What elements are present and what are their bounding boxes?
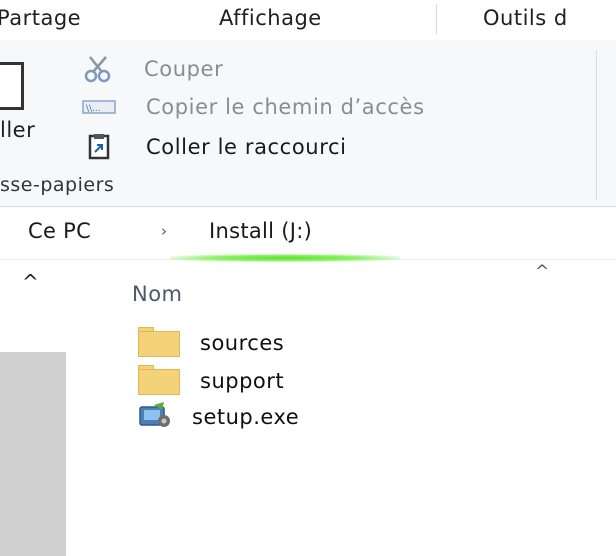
tab-divider	[436, 4, 437, 34]
tab-affichage[interactable]: Affichage	[219, 6, 322, 30]
paste-shortcut-button[interactable]: Coller le raccourci	[82, 132, 347, 162]
navigation-pane-scrollbar[interactable]	[0, 352, 66, 556]
group-divider	[596, 50, 597, 200]
tab-partage[interactable]: Partage	[0, 6, 81, 30]
list-item[interactable]: sources	[138, 326, 284, 360]
list-item[interactable]: support	[138, 364, 284, 398]
sort-ascending-icon[interactable]: ^	[535, 262, 549, 282]
ribbon-clipboard-group: ller Couper \\... Copier le chemin d’acc…	[0, 40, 616, 207]
setup-exe-icon	[138, 401, 182, 433]
scissors-icon	[82, 55, 116, 83]
file-name: support	[200, 369, 285, 393]
file-name: sources	[200, 331, 285, 355]
folder-icon	[138, 365, 182, 397]
cut-button[interactable]: Couper	[82, 54, 223, 84]
svg-text:\\...: \\...	[86, 104, 101, 114]
breadcrumb-this-pc[interactable]: Ce PC	[28, 219, 91, 243]
ribbon-tab-bar: Partage Affichage Outils d	[0, 0, 616, 41]
breadcrumb-drive[interactable]: Install (J:)	[209, 219, 312, 243]
paste-button-label[interactable]: ller	[0, 118, 35, 142]
file-name: setup.exe	[192, 405, 300, 429]
folder-icon	[138, 327, 182, 359]
clipboard-group-label: sse-papiers	[0, 174, 115, 196]
paste-icon[interactable]	[0, 62, 24, 110]
copy-path-button[interactable]: \\... Copier le chemin d’accès	[82, 92, 425, 122]
copy-path-icon: \\...	[82, 93, 116, 121]
chevron-up-icon[interactable]: ^	[22, 270, 39, 294]
tab-outils[interactable]: Outils d	[483, 6, 568, 30]
address-bar[interactable]: Ce PC › Install (J:)	[0, 207, 616, 260]
paste-shortcut-icon	[82, 133, 116, 161]
column-header-name[interactable]: Nom	[132, 282, 183, 306]
highlight-underline	[170, 254, 400, 262]
list-item[interactable]: setup.exe	[138, 400, 299, 434]
breadcrumb-separator[interactable]: ›	[161, 222, 167, 240]
